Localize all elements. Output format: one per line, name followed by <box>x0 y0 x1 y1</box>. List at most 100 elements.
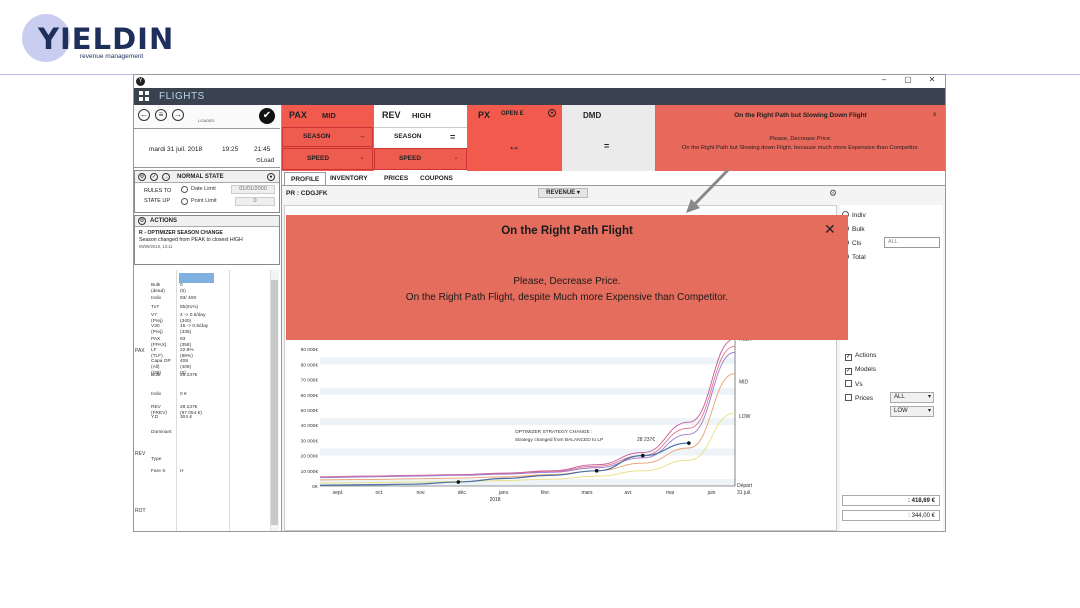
y-tick-label: 60 000€ <box>301 393 319 399</box>
menu-circle-button[interactable]: ≡ <box>155 109 167 121</box>
point-limit-radio[interactable] <box>181 198 188 205</box>
y-tick-label: 80 000€ <box>301 362 319 368</box>
y-tick-label: 70 000€ <box>301 378 319 384</box>
message-line2: On the Right Path but Slowing down Fligh… <box>681 145 920 151</box>
maximize-button[interactable]: ▢ <box>902 75 914 84</box>
tab-coupons[interactable]: COUPONS <box>414 172 459 186</box>
close-window-button[interactable]: ✕ <box>926 75 938 84</box>
x-tick-label: nov. <box>416 490 425 496</box>
row-key: Indiv <box>151 296 162 301</box>
revenue-dropdown[interactable]: REVENUE ▾ <box>538 188 588 198</box>
actions-box: ⚙ ACTIONS R - OPTIMIZER SEASON CHANGE Se… <box>134 215 280 265</box>
dmd-label: DMD <box>583 111 602 120</box>
row-value: 85(91%) <box>180 305 199 310</box>
pax-value: MID <box>322 111 336 120</box>
menu-bar: FLIGHTS <box>134 88 945 105</box>
y-tick-label: 50 000€ <box>301 408 319 414</box>
row-key: Type <box>151 457 162 462</box>
check-small-icon[interactable]: ✓ <box>150 173 158 181</box>
x-tick-label: févr. <box>541 490 550 496</box>
state-title: NORMAL STATE <box>177 174 224 180</box>
brand-tagline: revenue management <box>80 53 144 60</box>
pax-season-button[interactable]: SEASON ↔ <box>282 127 373 147</box>
row-value: 304 € <box>180 415 193 420</box>
x-axis-label: 2018 <box>489 497 500 503</box>
x-tick-label: sept. <box>333 490 344 496</box>
scrollbar-thumb[interactable] <box>271 280 278 525</box>
route-label: PR : CDGJFK <box>286 190 328 197</box>
action-marker <box>687 441 691 445</box>
prices-checkbox[interactable]: Prices <box>845 394 873 402</box>
x-tick-label: avr. <box>624 490 632 496</box>
settings-icon[interactable]: ⚙ <box>138 173 146 181</box>
date-box: mardi 31 juil. 2018 19:25 21:45 ⏲Load <box>134 130 280 168</box>
rev-season-button[interactable]: SEASON = <box>374 127 467 147</box>
popup-close-button[interactable]: ✕ <box>824 221 836 238</box>
action-description: Season changed from PEAK to closest HIGH <box>139 237 243 243</box>
tab-inventory[interactable]: INVENTORY <box>324 172 374 186</box>
px-radio-icon[interactable]: ● <box>548 109 556 117</box>
x-end-label: 31 juil. <box>737 490 751 496</box>
point-limit-label: Point Limit <box>191 198 217 204</box>
actions-icon: ⚙ <box>138 217 146 225</box>
row-key: Indiv <box>151 392 162 397</box>
state-radio-icon[interactable]: ● <box>267 173 275 181</box>
grid-menu-icon[interactable] <box>139 91 149 101</box>
cls-field[interactable]: ALL <box>884 237 940 248</box>
grid-band <box>320 418 735 426</box>
gear-icon[interactable]: ⚙ <box>829 188 837 199</box>
dmd-panel: DMD = <box>562 105 656 171</box>
prices-select-1[interactable]: ALL ▾ <box>890 392 934 403</box>
x-tick-label: juin <box>707 490 716 496</box>
px-symbol[interactable]: ↔ <box>508 139 520 153</box>
x-tick-label: oct. <box>375 490 383 496</box>
check-icon[interactable]: ✔ <box>259 108 275 124</box>
row-key: Fare S <box>151 469 166 474</box>
tab-profile[interactable]: PROFILE <box>284 172 327 186</box>
popup-line1: Please, Decrease Price. <box>513 276 621 287</box>
annotation-line1: OPTIMIZER STRATEGY CHANGE : <box>515 429 592 435</box>
group-rot: ROT <box>135 508 146 514</box>
point-label: 28 237€ <box>637 437 655 443</box>
message-panel: On the Right Path but Slowing Down Fligh… <box>656 105 945 171</box>
rev-speed-button[interactable]: SPEED - <box>374 148 467 170</box>
x-tick-label: mars <box>581 490 593 496</box>
current-date: mardi 31 juil. 2018 <box>149 146 203 153</box>
y-tick-label: 30 000€ <box>301 438 319 444</box>
date-limit-radio[interactable] <box>181 186 188 193</box>
annotation-line2: Strategy changed from BALANCED to LP <box>515 437 603 443</box>
group-rev: REV <box>135 451 146 457</box>
grid-band <box>320 463 735 471</box>
grid-band <box>320 387 735 395</box>
left-panel: ← ≡ → LOADED ✔ mardi 31 juil. 2018 19:25… <box>134 105 282 531</box>
row-key: Y.D <box>151 415 159 420</box>
prices-select-2[interactable]: LOW ▾ <box>890 406 934 417</box>
total-value-2: : 344,00 € <box>842 510 940 521</box>
forward-button[interactable]: → <box>172 109 184 121</box>
app-icon: Y <box>136 77 145 86</box>
point-limit-field[interactable]: 0 <box>235 197 275 206</box>
loaded-label: LOADED <box>198 118 215 123</box>
time-end: 21:45 <box>254 146 271 153</box>
pax-speed-button[interactable]: SPEED - <box>282 148 373 170</box>
y-tick-label: 20 000€ <box>301 454 319 460</box>
date-limit-field[interactable]: 01/01/2000 <box>231 185 275 194</box>
minimize-button[interactable]: – <box>878 75 890 84</box>
message-close-button[interactable]: x <box>933 111 936 118</box>
actions-checkbox[interactable]: ✓ Actions <box>845 352 876 361</box>
popup-dialog: On the Right Path Flight ✕ Please, Decre… <box>286 215 848 340</box>
forward-small-icon[interactable]: → <box>162 173 170 181</box>
pointer-arrow-icon <box>686 168 730 213</box>
row-value: 93/ 408 <box>180 296 197 301</box>
tab-prices[interactable]: PRICES <box>378 172 414 186</box>
y-tick-label: 90 000€ <box>301 347 319 353</box>
load-label: Load <box>260 158 275 164</box>
nav-toolbar: ← ≡ → LOADED ✔ <box>134 105 280 129</box>
load-button[interactable]: ⏲Load <box>256 158 274 165</box>
vs-checkbox[interactable]: Vs <box>845 380 863 388</box>
row-value: H <box>180 469 184 474</box>
models-checkbox[interactable]: ✓ Models <box>845 366 876 375</box>
pax-panel: PAX MID SEASON ↔ SPEED - <box>282 105 374 171</box>
actions-title: ACTIONS <box>150 218 177 224</box>
back-button[interactable]: ← <box>138 109 150 121</box>
